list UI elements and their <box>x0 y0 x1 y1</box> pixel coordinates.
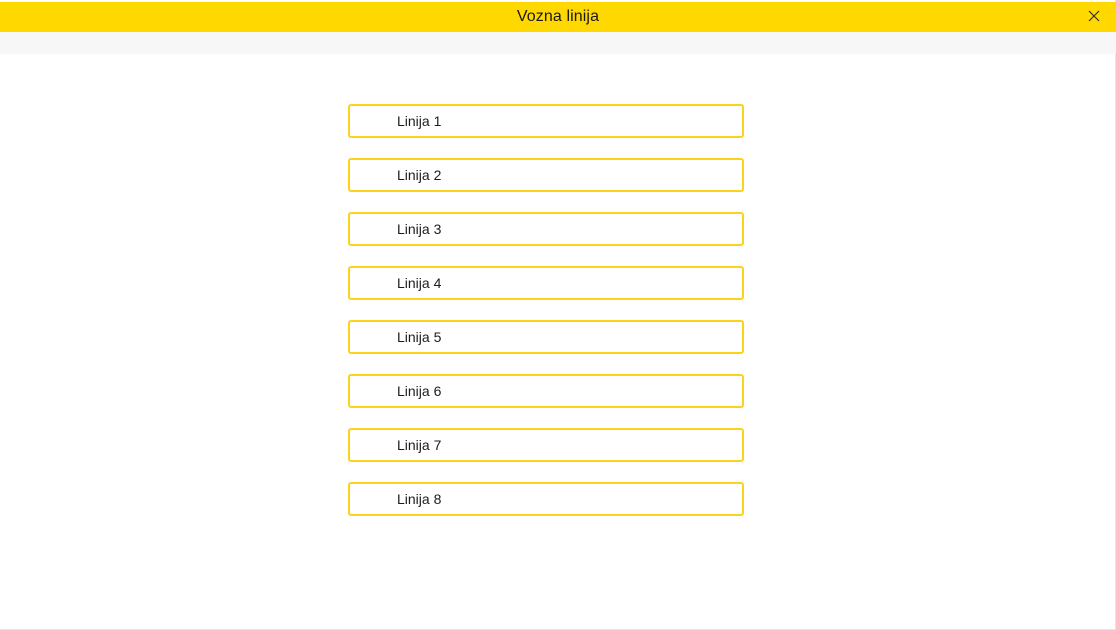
line-label: Linija 2 <box>397 167 442 183</box>
close-button[interactable] <box>1086 8 1102 24</box>
line-button-2[interactable]: Linija 2 <box>348 158 744 192</box>
line-label: Linija 8 <box>397 491 442 507</box>
toolbar-strip <box>0 32 1116 54</box>
line-button-3[interactable]: Linija 3 <box>348 212 744 246</box>
line-button-5[interactable]: Linija 5 <box>348 320 744 354</box>
line-button-1[interactable]: Linija 1 <box>348 104 744 138</box>
line-label: Linija 6 <box>397 383 442 399</box>
close-icon <box>1088 10 1100 22</box>
line-button-4[interactable]: Linija 4 <box>348 266 744 300</box>
line-button-8[interactable]: Linija 8 <box>348 482 744 516</box>
line-label: Linija 3 <box>397 221 442 237</box>
title-bar: Vozna linija <box>0 2 1116 32</box>
line-label: Linija 5 <box>397 329 442 345</box>
line-label: Linija 1 <box>397 113 442 129</box>
line-button-7[interactable]: Linija 7 <box>348 428 744 462</box>
line-label: Linija 4 <box>397 275 442 291</box>
window-title: Vozna linija <box>516 8 600 25</box>
line-list: Linija 1 Linija 2 Linija 3 Linija 4 Lini… <box>348 104 744 536</box>
line-button-6[interactable]: Linija 6 <box>348 374 744 408</box>
dialog-window: Vozna linija Linija 1 Linija 2 Linija 3 … <box>0 0 1116 630</box>
line-label: Linija 7 <box>397 437 442 453</box>
